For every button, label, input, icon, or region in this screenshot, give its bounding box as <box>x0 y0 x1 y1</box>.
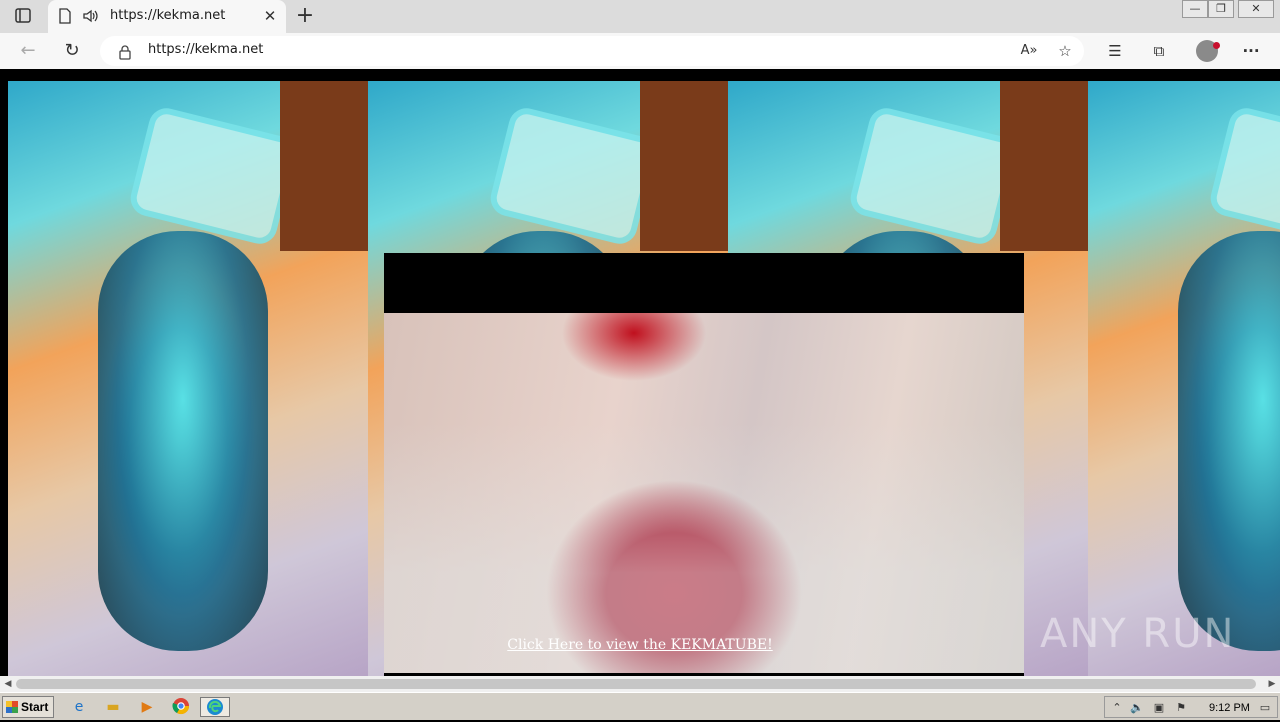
back-button[interactable]: ← <box>16 40 40 62</box>
horizontal-scrollbar[interactable]: ◀ ▶ <box>0 676 1280 692</box>
flag-icon[interactable]: ⚑ <box>1173 700 1189 716</box>
page-viewport: Click Here to view the KEKMATUBE! ANY RU… <box>0 69 1280 676</box>
address-bar[interactable]: https://kekma.net A» ☆ <box>100 36 1084 66</box>
kekmatube-link[interactable]: Click Here to view the KEKMATUBE! <box>384 637 896 653</box>
scroll-right-icon[interactable]: ▶ <box>1266 678 1278 690</box>
video-player[interactable]: Click Here to view the KEKMATUBE! <box>384 253 1024 676</box>
show-desktop-icon[interactable]: ▭ <box>1257 700 1273 716</box>
media-player-icon[interactable]: ▶ <box>136 697 158 717</box>
tab-actions-icon[interactable] <box>12 7 34 25</box>
profile-avatar[interactable] <box>1196 40 1220 62</box>
taskbar: Start e ▬ ▶ ⌃ 🔈 ▣ ⚑ 9:12 PM ▭ <box>0 692 1280 720</box>
browser-window: https://kekma.net ✕ + — ❐ ✕ ← ↻ https://… <box>0 0 1280 720</box>
tab-strip: https://kekma.net ✕ + — ❐ ✕ <box>0 0 1280 33</box>
clock[interactable]: 9:12 PM <box>1209 700 1250 716</box>
collections-icon[interactable]: ⧉ <box>1148 40 1170 62</box>
volume-icon[interactable]: 🔈 <box>1129 700 1145 716</box>
tab-active[interactable]: https://kekma.net ✕ <box>48 0 286 33</box>
favorites-icon[interactable]: ☰ <box>1104 40 1126 62</box>
read-aloud-icon[interactable]: A» <box>1018 40 1040 62</box>
minimize-button[interactable]: — <box>1182 0 1208 18</box>
reload-button[interactable]: ↻ <box>60 40 84 62</box>
add-favorite-icon[interactable]: ☆ <box>1054 40 1076 62</box>
system-tray: ⌃ 🔈 ▣ ⚑ 9:12 PM ▭ <box>1104 696 1278 718</box>
new-tab-button[interactable]: + <box>294 5 316 27</box>
file-explorer-icon[interactable]: ▬ <box>102 697 124 717</box>
lock-icon[interactable] <box>118 44 132 60</box>
chrome-icon[interactable] <box>170 697 192 717</box>
address-toolbar: ← ↻ https://kekma.net A» ☆ ☰ ⧉ ··· <box>0 33 1280 69</box>
start-button[interactable]: Start <box>2 696 54 718</box>
page-icon <box>58 8 72 24</box>
close-window-button[interactable]: ✕ <box>1238 0 1274 18</box>
anyrun-watermark: ANY RUN <box>1040 611 1236 657</box>
tab-close-icon[interactable]: ✕ <box>262 8 278 24</box>
scrollbar-thumb[interactable] <box>16 679 1256 689</box>
background-tile <box>1088 81 1280 676</box>
more-menu-icon[interactable]: ··· <box>1240 40 1262 62</box>
restore-button[interactable]: ❐ <box>1208 0 1234 18</box>
network-icon[interactable]: ▣ <box>1151 700 1167 716</box>
edge-icon[interactable] <box>200 697 230 717</box>
url-text[interactable]: https://kekma.net <box>148 42 263 57</box>
background-tile <box>8 81 368 676</box>
scroll-left-icon[interactable]: ◀ <box>2 678 14 690</box>
audio-playing-icon[interactable] <box>82 8 100 24</box>
chevron-up-icon[interactable]: ⌃ <box>1109 700 1125 716</box>
video-frame[interactable] <box>384 313 1024 673</box>
internet-explorer-icon[interactable]: e <box>68 697 90 717</box>
tab-title: https://kekma.net <box>110 8 226 23</box>
